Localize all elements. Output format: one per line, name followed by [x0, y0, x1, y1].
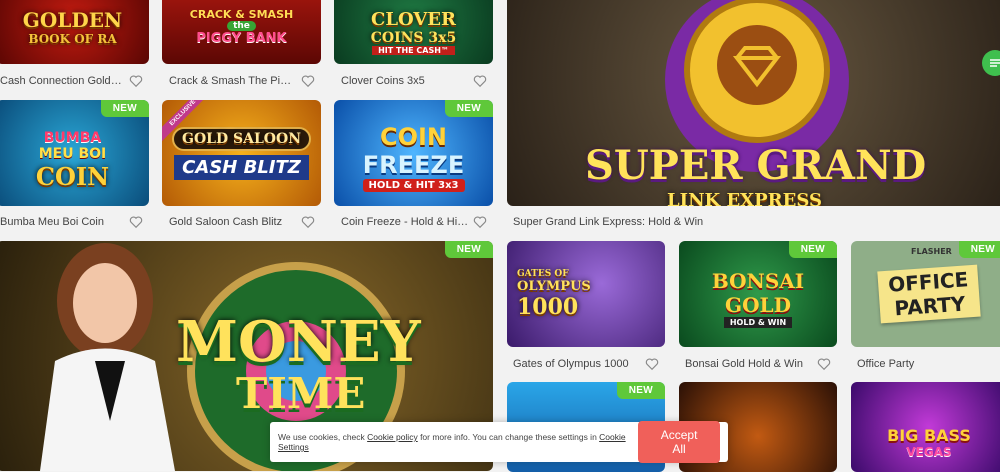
game-logo-text: GATES OF: [517, 268, 569, 279]
game-logo-text: PIGGY BANK: [196, 31, 287, 46]
game-logo-text: BOOK OF RA: [28, 32, 117, 46]
game-logo-text: FREEZE: [362, 150, 465, 179]
cookie-text: We use cookies, check Cookie policy for …: [278, 432, 638, 452]
game-logo-text: BONSAI: [711, 268, 805, 293]
heart-outline-icon[interactable]: [301, 215, 315, 229]
game-title[interactable]: Gates of Olympus 1000: [513, 355, 641, 373]
game-art: OFFICE PARTY: [851, 241, 1000, 347]
game-title[interactable]: Coin Freeze - Hold & Hit ...: [341, 213, 469, 231]
game-art: GATES OF OLYMPUS 1000: [507, 241, 665, 347]
game-art: GOLD SALOON CASH BLITZ: [162, 100, 321, 206]
cookie-text-part: for more info. You can change these sett…: [417, 432, 600, 442]
game-art: CRACK & SMASH the PIGGY BANK: [162, 0, 321, 64]
game-logo-text: MONEY: [176, 309, 421, 375]
game-logo-text: HOLD & HIT 3x3: [362, 178, 465, 192]
game-logo-text: MEU BOI: [38, 145, 107, 162]
heart-outline-icon[interactable]: [129, 215, 143, 229]
game-logo-text: PARTY: [893, 291, 967, 321]
cookie-banner: We use cookies, check Cookie policy for …: [270, 421, 728, 463]
game-title[interactable]: Crack & Smash The Pigg...: [169, 72, 297, 90]
game-title[interactable]: Bonsai Gold Hold & Win: [685, 355, 813, 373]
game-tile-office-party[interactable]: NEW FLASHER OFFICE PARTY: [851, 241, 1000, 347]
new-badge: NEW: [616, 382, 665, 399]
game-art: BIG BASS VEGAS: [851, 382, 1000, 472]
game-art: CLOVER COINS 3x5 HIT THE CASH™: [334, 0, 493, 64]
game-tile-gates-olympus[interactable]: GATES OF OLYMPUS 1000: [507, 241, 665, 347]
game-art: BUMBA MEU BOI COIN: [0, 100, 149, 206]
game-logo-text: BIG BASS: [887, 425, 971, 445]
game-title[interactable]: Super Grand Link Express: Hold & Win: [513, 213, 813, 231]
game-logo-text: GOLD: [725, 292, 791, 317]
accept-all-button[interactable]: Accept All: [638, 421, 720, 463]
game-logo-text: the: [227, 21, 256, 31]
game-logo-text: BUMBA: [43, 129, 102, 146]
game-title[interactable]: Cash Connection Golde...: [0, 72, 122, 90]
game-logo-text: OLYMPUS: [517, 278, 591, 294]
game-art: SUPER GRAND LINK EXPRESS: [507, 0, 1000, 206]
game-art: BONSAI GOLD HOLD & WIN: [679, 241, 837, 347]
game-tile-crack-smash[interactable]: CRACK & SMASH the PIGGY BANK: [162, 0, 321, 64]
game-logo-text: GOLDEN: [22, 8, 123, 32]
cookie-policy-link[interactable]: Cookie policy: [367, 432, 418, 442]
chat-icon[interactable]: [982, 50, 1000, 76]
game-title[interactable]: Bumba Meu Boi Coin: [0, 213, 122, 231]
cookie-text-part: We use cookies, check: [278, 432, 368, 442]
heart-outline-icon[interactable]: [301, 74, 315, 88]
game-logo-text: COIN: [35, 161, 110, 191]
heart-outline-icon[interactable]: [129, 74, 143, 88]
game-logo-text: VEGAS: [906, 444, 952, 459]
game-tile-big-bass[interactable]: BIG BASS VEGAS: [851, 382, 1000, 472]
game-title[interactable]: Gold Saloon Cash Blitz: [169, 213, 297, 231]
game-logo-text: CASH BLITZ: [174, 154, 309, 180]
game-logo-text: TIME: [236, 369, 366, 418]
game-logo-text: LINK EXPRESS: [667, 190, 822, 206]
game-art: GOLDEN BOOK OF RA: [0, 0, 149, 64]
heart-outline-icon[interactable]: [473, 74, 487, 88]
game-tile-super-grand[interactable]: SUPER GRAND LINK EXPRESS: [507, 0, 1000, 206]
game-logo-text: COIN: [379, 122, 448, 151]
game-tile-bonsai-gold[interactable]: NEW BONSAI GOLD HOLD & WIN: [679, 241, 837, 347]
game-logo-text: HIT THE CASH™: [372, 46, 455, 55]
heart-outline-icon[interactable]: [473, 215, 487, 229]
game-title[interactable]: Clover Coins 3x5: [341, 72, 469, 90]
game-logo-text: CRACK & SMASH: [189, 8, 294, 21]
heart-outline-icon[interactable]: [645, 357, 659, 371]
game-logo-text: 1000: [517, 293, 579, 320]
sticky-note: OFFICE PARTY: [877, 264, 981, 324]
presenter-figure: [40, 243, 175, 471]
game-tile-clover-coins[interactable]: CLOVER COINS 3x5 HIT THE CASH™: [334, 0, 493, 64]
game-logo-text: HOLD & WIN: [723, 316, 793, 328]
new-badge: NEW: [444, 241, 493, 258]
heart-outline-icon[interactable]: [817, 357, 831, 371]
game-tile-golden-book[interactable]: GOLDEN BOOK OF RA: [0, 0, 149, 64]
game-logo-text: CLOVER: [371, 9, 456, 30]
game-tile-bumba[interactable]: NEW BUMBA MEU BOI COIN: [0, 100, 149, 206]
game-logo-text: GOLD SALOON: [171, 126, 311, 151]
game-logo-text: COINS 3x5: [370, 30, 457, 46]
game-tile-gold-saloon[interactable]: EXCLUSIVE GOLD SALOON CASH BLITZ: [162, 100, 321, 206]
game-logo-text: SUPER GRAND: [585, 142, 927, 189]
game-title[interactable]: Office Party: [857, 355, 985, 373]
game-tile-coin-freeze[interactable]: NEW COIN FREEZE HOLD & HIT 3x3: [334, 100, 493, 206]
game-art: COIN FREEZE HOLD & HIT 3x3: [334, 100, 493, 206]
